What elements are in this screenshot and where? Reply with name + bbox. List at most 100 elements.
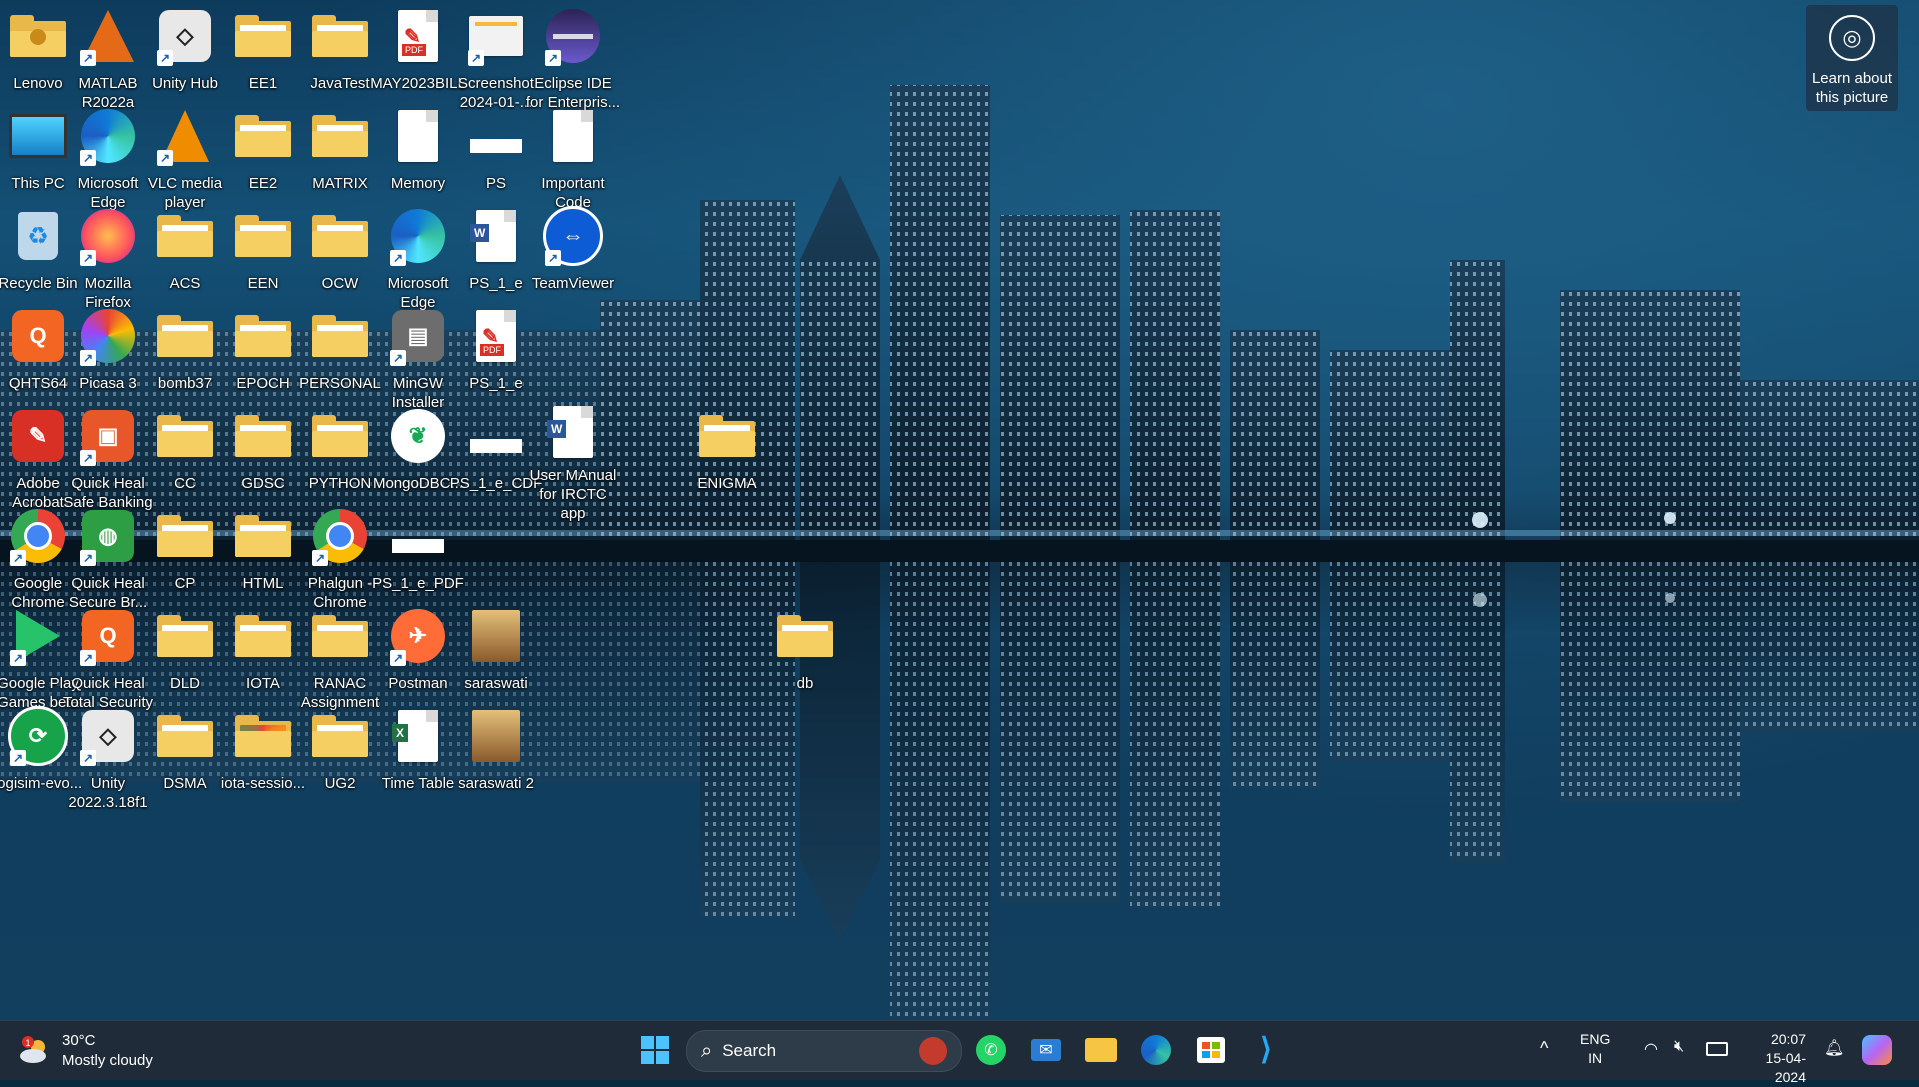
monitor-icon [8, 106, 68, 166]
qh-orange-icon: Q [8, 306, 68, 366]
vlc-icon: ↗ [155, 106, 215, 166]
doc-icon [543, 106, 603, 166]
qh-q-icon: Q ↗ [78, 606, 138, 666]
pdf-icon: ✎ PDF [466, 306, 526, 366]
shortcut-arrow-icon: ↗ [157, 150, 173, 166]
notification-bell-icon[interactable]: 🔔︎ [1824, 1038, 1844, 1058]
folder-icon [233, 306, 293, 366]
shortcut-arrow-icon: ↗ [10, 550, 26, 566]
chrome-p-icon: ↗ [310, 506, 370, 566]
battery-icon[interactable] [1706, 1042, 1728, 1056]
folder-icon [233, 406, 293, 466]
chrome-icon: ↗ [8, 506, 68, 566]
gplay-icon: ↗ [8, 606, 68, 666]
learn-about-picture-label: Learn about this picture [1811, 70, 1893, 106]
photo-icon [466, 606, 526, 666]
folder-icon [310, 106, 370, 166]
partly-cloudy-icon: 1 [18, 1036, 52, 1066]
file-explorer-icon[interactable] [1084, 1033, 1118, 1067]
folder-icon [155, 306, 215, 366]
vscode-icon[interactable]: ⟩ [1249, 1033, 1283, 1067]
volume-muted-icon[interactable]: 🔇︎ [1674, 1038, 1684, 1056]
weather-badge: 1 [25, 1038, 30, 1048]
folder-icon [233, 206, 293, 266]
blank-icon [466, 406, 526, 466]
folder-icon [310, 406, 370, 466]
search-placeholder: Search [722, 1041, 777, 1060]
photo-icon [466, 706, 526, 766]
desktop[interactable]: Lenovo ↗ MATLAB R2022a ◇ ↗ Unity Hub EE1 JavaTe… [0, 0, 1919, 1020]
folder-icon [155, 606, 215, 666]
eclipse-icon: ↗ [543, 6, 603, 66]
start-button[interactable] [638, 1033, 672, 1067]
matlab-icon: ↗ [78, 6, 138, 66]
taskbar-search[interactable]: ⌕ Search [686, 1030, 962, 1072]
image-icon: ↗ [466, 6, 526, 66]
weather-condition: Mostly cloudy [62, 1052, 153, 1069]
acrobat-icon: ✎ [8, 406, 68, 466]
copilot-icon[interactable] [1862, 1035, 1892, 1065]
chrome-folder-icon [233, 706, 293, 766]
teamviewer-icon: ⇔ ↗ [543, 206, 603, 266]
learn-about-picture-button[interactable]: ◎ Learn about this picture [1806, 5, 1898, 111]
shortcut-arrow-icon: ↗ [468, 50, 484, 66]
shortcut-arrow-icon: ↗ [312, 550, 328, 566]
microsoft-store-icon[interactable] [1194, 1033, 1228, 1067]
word-icon: W [466, 206, 526, 266]
folder-plain-icon [310, 706, 370, 766]
folder-icon [155, 506, 215, 566]
desktop-icon-db[interactable]: db [759, 600, 851, 718]
desktop-icon-label: PS_1_e_PDF [372, 575, 464, 592]
doc-icon [388, 106, 448, 166]
clock-time: 20:07 [1770, 1031, 1806, 1047]
pdf-icon: ✎ PDF [388, 6, 448, 66]
taskbar: 1 30°C Mostly cloudy ⌕ Search ✆ ✉ ⟩ ^ EN… [0, 1020, 1919, 1085]
edge-icon: ↗ [78, 106, 138, 166]
shortcut-arrow-icon: ↗ [80, 750, 96, 766]
mail-icon[interactable]: ✉ [1029, 1033, 1063, 1067]
blank-icon [466, 106, 526, 166]
firefox-icon: ↗ [78, 206, 138, 266]
desktop-icon-user-manual-for-irctc-app[interactable]: W User MAnual for IRCTC app [527, 400, 619, 522]
unity-icon: ◇ ↗ [155, 6, 215, 66]
camera-lens-icon: ◎ [1829, 15, 1875, 61]
desktop-icon-label: saraswati [464, 675, 528, 692]
show-hidden-icons-chevron[interactable]: ^ [1540, 1038, 1548, 1059]
desktop-icon-label: ENIGMA [697, 475, 757, 492]
shortcut-arrow-icon: ↗ [10, 650, 26, 666]
windows-logo-icon [641, 1036, 669, 1064]
desktop-icon-label: TeamViewer [531, 275, 615, 292]
language-indicator[interactable]: ENG IN [1580, 1030, 1610, 1068]
folder-icon [775, 606, 835, 666]
folder-icon [310, 606, 370, 666]
shortcut-arrow-icon: ↗ [545, 250, 561, 266]
desktop-icon-label: User MAnual for IRCTC app [529, 467, 617, 522]
clock-date: 15-04-2024 [1765, 1050, 1806, 1085]
shortcut-arrow-icon: ↗ [80, 350, 96, 366]
shortcut-arrow-icon: ↗ [80, 50, 96, 66]
folder-icon [697, 406, 757, 466]
lang-bottom: IN [1588, 1050, 1603, 1066]
folder-icon [155, 706, 215, 766]
weather-widget[interactable]: 1 30°C Mostly cloudy [18, 1029, 153, 1073]
shortcut-arrow-icon: ↗ [80, 450, 96, 466]
desktop-icon-saraswati-2[interactable]: saraswati 2 [450, 700, 542, 818]
whatsapp-icon[interactable]: ✆ [974, 1033, 1008, 1067]
desktop-icon-enigma[interactable]: ENIGMA [681, 400, 773, 518]
folder-icon [310, 306, 370, 366]
edge-icon[interactable] [1139, 1033, 1173, 1067]
excel-icon: X [388, 706, 448, 766]
folder-icon [233, 106, 293, 166]
shortcut-arrow-icon: ↗ [80, 650, 96, 666]
wifi-icon[interactable]: ◠ [1644, 1039, 1658, 1059]
shortcut-arrow-icon: ↗ [80, 550, 96, 566]
shortcut-arrow-icon: ↗ [545, 50, 561, 66]
shortcut-arrow-icon: ↗ [80, 150, 96, 166]
folder-icon [233, 6, 293, 66]
folder-icon [155, 406, 215, 466]
shortcut-arrow-icon: ↗ [157, 50, 173, 66]
clock[interactable]: 20:07 15-04-2024 [1736, 1030, 1806, 1087]
edge-icon: ↗ [388, 206, 448, 266]
folder-icon [233, 506, 293, 566]
picasa-icon: ↗ [78, 306, 138, 366]
